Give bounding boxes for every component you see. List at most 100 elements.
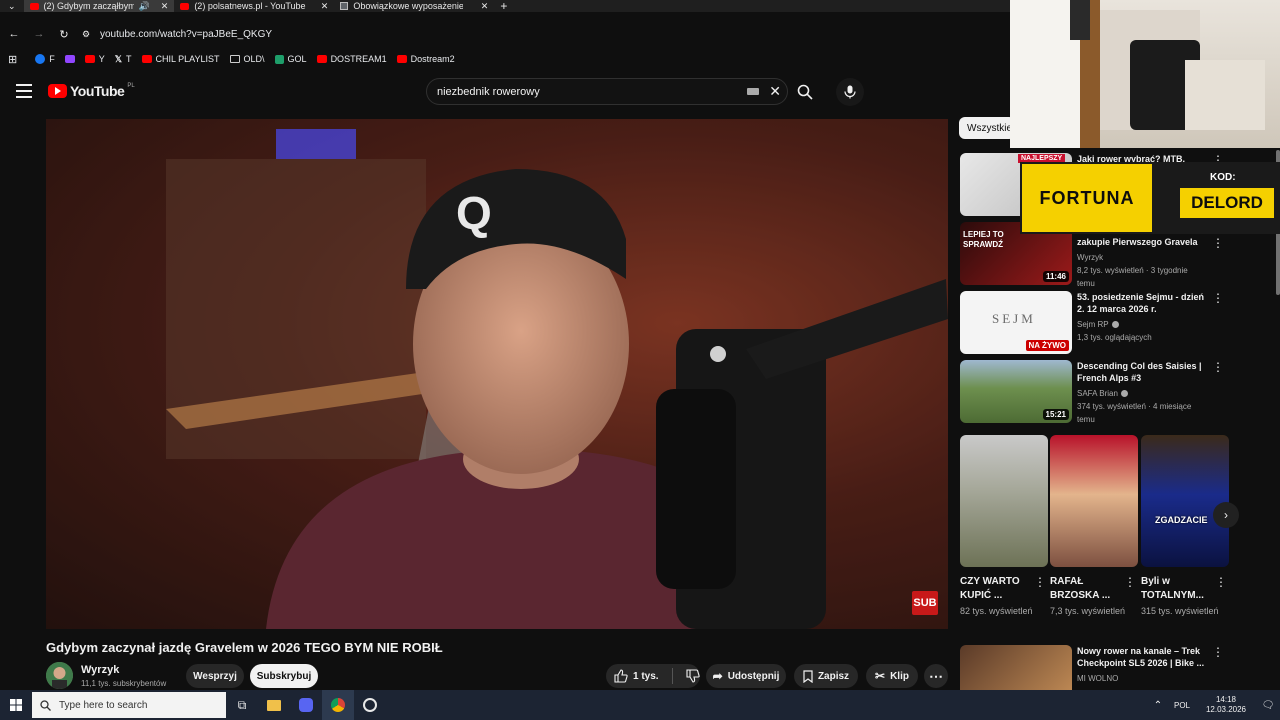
search-icon [797, 84, 813, 100]
short-card[interactable]: CZY WARTO KUPIĆ ... 82 tys. wyświetleń ⋮ [960, 435, 1048, 618]
channel-name[interactable]: SAFA Brian [1077, 387, 1207, 400]
apps-grid-icon[interactable]: ⊞ [8, 53, 17, 66]
voice-search-button[interactable] [836, 78, 864, 106]
bookmark-folder-old[interactable]: OLD\ [229, 54, 265, 64]
shorts-next-button[interactable]: › [1213, 502, 1239, 528]
channel-name[interactable]: MI WOLNO [1077, 672, 1207, 685]
tab-polsatnews[interactable]: (2) polsatnews.pl - YouTube ✕ [174, 0, 334, 12]
more-options-icon[interactable]: ⋮ [1212, 291, 1224, 305]
speaker-icon[interactable]: 🔊 [139, 1, 150, 12]
bookmark-youtube[interactable]: Y [84, 54, 105, 64]
share-button[interactable]: ➦ Udostępnij [706, 664, 786, 688]
app-icon[interactable] [290, 690, 322, 720]
youtube-logo[interactable]: YouTube PL [48, 83, 135, 99]
video-title: Descending Col des Saisies | French Alps… [1077, 361, 1202, 383]
channel-avatar[interactable] [46, 662, 73, 689]
chrome-icon[interactable] [322, 690, 354, 720]
more-options-icon[interactable]: ⋮ [1212, 236, 1224, 250]
thumbs-down-icon [686, 669, 700, 683]
video-thumbnail[interactable] [960, 645, 1072, 691]
short-thumbnail[interactable] [960, 435, 1048, 567]
tab-list-button[interactable]: ⌄ [0, 0, 24, 12]
video-thumbnail[interactable]: SEJM NA ŻYWO [960, 291, 1072, 354]
more-options-icon[interactable]: ⋮ [1212, 360, 1224, 374]
bookmark-facebook[interactable]: F [35, 54, 55, 64]
save-button[interactable]: Zapisz [794, 664, 858, 688]
site-settings-icon[interactable]: ⚙ [78, 29, 94, 40]
tab-obowiazkowe[interactable]: Obowiązkowe wyposażenie ro ✕ [334, 0, 494, 12]
channel-name[interactable]: Sejm RP [1077, 318, 1207, 331]
search-box[interactable]: niezbednik rowerowy ✕ [426, 78, 788, 105]
channel-name[interactable]: Wyrzyk [1077, 251, 1207, 264]
support-button[interactable]: Wesprzyj [186, 664, 244, 688]
close-tab-icon[interactable]: ✕ [161, 1, 169, 12]
bookmark-twitch[interactable] [64, 55, 75, 63]
subscribe-button[interactable]: Subskrybuj [250, 664, 318, 688]
video-title: 53. posiedzenie Sejmu - dzień 2. 12 marc… [1077, 292, 1205, 314]
bookmark-dostream1[interactable]: DOSTREAM1 [316, 54, 387, 64]
tab-active[interactable]: (2) Gdybym zacząłbym jazdę 🔊 ✕ [23, 0, 175, 12]
dislike-button[interactable] [686, 669, 700, 683]
video-player[interactable]: Q SUB [46, 119, 948, 629]
url-field[interactable]: youtube.com/watch?v=paJBeE_QKGY [100, 29, 272, 40]
keyboard-icon[interactable] [747, 88, 760, 95]
filter-chip-all[interactable]: Wszystkie [959, 117, 1015, 139]
like-button[interactable]: 1 tys. [614, 669, 659, 683]
short-thumbnail[interactable]: ZGADZACIE [1141, 435, 1229, 567]
more-actions-button[interactable]: ⋯ [924, 664, 948, 688]
sidebar-video-item[interactable]: 15:21 Descending Col des Saisies | Frenc… [960, 360, 1230, 424]
file-explorer-icon[interactable] [258, 690, 290, 720]
more-options-icon[interactable]: ⋮ [1215, 575, 1227, 589]
windows-start-icon[interactable] [0, 690, 32, 720]
channel-name[interactable]: Wyrzyk [81, 664, 119, 676]
task-view-icon[interactable]: ⧉ [226, 690, 258, 720]
short-title: CZY WARTO KUPIĆ ... [960, 576, 1020, 601]
clock[interactable]: 14:18 12.03.2026 [1196, 695, 1256, 715]
new-tab-button[interactable]: + [494, 0, 513, 12]
sidebar-video-item[interactable]: SEJM NA ŻYWO 53. posiedzenie Sejmu - dzi… [960, 291, 1230, 354]
bookmark-gol[interactable]: GOL [274, 54, 307, 64]
video-thumbnail[interactable]: 15:21 [960, 360, 1072, 423]
search-button[interactable] [790, 78, 820, 105]
video-title: Nowy rower na kanale – Trek Checkpoint S… [1077, 646, 1205, 668]
more-options-icon[interactable]: ⋮ [1124, 575, 1136, 589]
app-icon[interactable] [354, 690, 386, 720]
short-title: Byli w TOTALNYM... [1141, 576, 1204, 601]
like-dislike-group: 1 tys. [606, 664, 700, 688]
youtube-favicon-icon [29, 2, 39, 10]
bookmark-chil-playlist[interactable]: CHIL PLAYLIST [141, 54, 220, 64]
more-options-icon[interactable]: ⋮ [1034, 575, 1046, 589]
bookmark-x[interactable]: 𝕏T [115, 54, 132, 65]
forward-icon[interactable]: → [28, 28, 50, 40]
short-views: 315 tys. wyświetleń [1141, 606, 1219, 616]
facebook-icon [35, 54, 46, 64]
tray-chevron-icon[interactable]: ⌃ [1148, 690, 1168, 720]
notification-icon[interactable]: 🗨 [1256, 690, 1280, 720]
bookmark-dostream2[interactable]: Dostream2 [396, 54, 455, 64]
close-tab-icon[interactable]: ✕ [481, 1, 489, 12]
reload-icon[interactable]: ↻ [50, 28, 78, 41]
tab-title: (2) Gdybym zacząłbym jazdę [43, 1, 134, 11]
bookmark-label: Y [98, 54, 105, 64]
share-label: Udostępnij [727, 670, 780, 682]
language-indicator[interactable]: POL [1168, 701, 1196, 710]
clip-button[interactable]: ✂ Klip [866, 664, 918, 688]
channel-label: SAFA Brian [1077, 389, 1118, 398]
clear-search-icon[interactable]: ✕ [769, 83, 781, 100]
webcam-overlay [1010, 0, 1280, 148]
svg-text:Q: Q [456, 187, 492, 239]
taskbar-search[interactable]: Type here to search [32, 692, 226, 718]
short-thumbnail[interactable] [1050, 435, 1138, 567]
close-tab-icon[interactable]: ✕ [321, 1, 329, 12]
more-options-icon[interactable]: ⋮ [1212, 645, 1224, 659]
sponsor-overlay: FORTUNA KOD: DELORD [1020, 162, 1280, 234]
short-card[interactable]: RAFAŁ BRZOSKA ... 7,3 tys. wyświetleń ⋮ [1050, 435, 1138, 618]
search-input[interactable]: niezbednik rowerowy [437, 86, 747, 98]
short-card[interactable]: ZGADZACIE Byli w TOTALNYM... 315 tys. wy… [1141, 435, 1229, 618]
sidebar-video-item[interactable]: Nowy rower na kanale – Trek Checkpoint S… [960, 645, 1230, 691]
short-overlay-text: ZGADZACIE [1155, 515, 1208, 525]
hamburger-menu-icon[interactable] [16, 84, 32, 98]
bookmark-label: T [126, 54, 132, 64]
video-meta: Nowy rower na kanale – Trek Checkpoint S… [1077, 645, 1207, 685]
back-icon[interactable]: ← [0, 28, 28, 40]
